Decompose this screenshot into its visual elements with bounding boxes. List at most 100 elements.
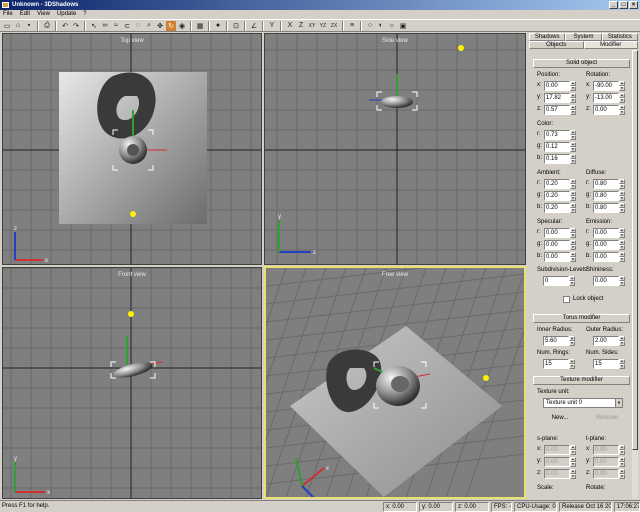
down-arrow-icon[interactable]: ▼ <box>570 233 576 238</box>
spin-arrows[interactable]: ▲ ▼ <box>569 336 575 346</box>
down-arrow-icon[interactable]: ▼ <box>570 98 576 103</box>
tab-modifier[interactable]: Modifier <box>583 41 638 49</box>
sphere-icon[interactable]: ● <box>213 21 223 31</box>
spin-arrows[interactable]: ▲ ▼ <box>570 252 576 262</box>
front-viewport[interactable]: xy Front view <box>2 267 262 499</box>
side-viewport[interactable]: z y Side view <box>264 33 526 265</box>
chevron-down-icon[interactable]: ▼ <box>615 399 622 407</box>
spin-arrows[interactable]: ▲ ▼ <box>619 276 625 286</box>
spin-arrows[interactable]: ▲ ▼ <box>619 179 625 189</box>
down-arrow-icon[interactable]: ▼ <box>619 450 625 455</box>
maximize-button[interactable]: □ <box>619 1 628 9</box>
spin-arrows[interactable]: ▲ ▼ <box>570 81 576 91</box>
color-r-field-value[interactable]: 0.73 <box>544 130 570 140</box>
spin-arrows[interactable]: ▲ ▼ <box>619 445 625 455</box>
light-icon[interactable]: ☼ <box>387 21 397 31</box>
down-arrow-icon[interactable]: ▼ <box>569 364 575 369</box>
angle-snap-icon[interactable]: ∠ <box>249 21 259 31</box>
s-plane-x-field[interactable]: 0.00 ▲ ▼ <box>544 445 576 455</box>
light-source-icon[interactable] <box>130 211 136 217</box>
t-plane-y-field[interactable]: 0.00 ▲ ▼ <box>593 457 625 467</box>
tab-statistics[interactable]: Statistics <box>601 33 638 41</box>
torus-object[interactable] <box>381 96 413 108</box>
spin-arrows[interactable]: ▲ ▼ <box>570 445 576 455</box>
zoom-icon[interactable]: ⌕ <box>144 21 154 31</box>
num-rings-field-value[interactable]: 15 <box>543 359 569 369</box>
position-x-field[interactable]: 0.00 ▲ ▼ <box>544 81 576 91</box>
position-y-field[interactable]: 17.82 ▲ ▼ <box>544 93 576 103</box>
unlink-icon[interactable]: ≈ <box>111 21 121 31</box>
new-texture-button[interactable]: New... <box>547 414 573 424</box>
redo-icon[interactable]: ↷ <box>71 21 81 31</box>
spin-arrows[interactable]: ▲ ▼ <box>619 105 625 115</box>
down-arrow-icon[interactable]: ▼ <box>619 341 625 346</box>
color-b-field-value[interactable]: 0.16 <box>544 154 570 164</box>
spin-arrows[interactable]: ▲ ▼ <box>569 276 575 286</box>
diffuse-g-field[interactable]: 0.80 ▲ ▼ <box>593 191 625 201</box>
menu-file[interactable]: File <box>3 10 13 19</box>
diffuse-b-field-value[interactable]: 0.80 <box>593 203 619 213</box>
emission-b-field-value[interactable]: 0.00 <box>593 252 619 262</box>
menu-help[interactable]: ? <box>83 10 86 19</box>
specular-b-field[interactable]: 0.00 ▲ ▼ <box>544 252 576 262</box>
bind-icon[interactable]: ⊂ <box>122 21 132 31</box>
s-plane-x-field-value[interactable]: 0.00 <box>544 445 570 455</box>
menu-update[interactable]: Update <box>57 10 76 19</box>
down-arrow-icon[interactable]: ▼ <box>570 147 576 152</box>
down-arrow-icon[interactable]: ▼ <box>570 208 576 213</box>
yz-plane-icon[interactable]: YZ <box>318 21 328 31</box>
position-x-field-value[interactable]: 0.00 <box>544 81 570 91</box>
ambient-b-field-value[interactable]: 0.20 <box>544 203 570 213</box>
num-sides-field[interactable]: 15 ▲ ▼ <box>593 359 625 369</box>
outer-radius-field[interactable]: 2.00 ▲ ▼ <box>593 336 625 346</box>
spin-arrows[interactable]: ▲ ▼ <box>570 93 576 103</box>
shininess-field-value[interactable]: 0.00 <box>593 276 619 286</box>
spin-arrows[interactable]: ▲ ▼ <box>619 93 625 103</box>
rotate-icon[interactable]: ↻ <box>166 20 176 31</box>
spin-arrows[interactable]: ▲ ▼ <box>570 179 576 189</box>
y-axis-icon[interactable]: Y <box>267 21 277 31</box>
spin-arrows[interactable]: ▲ ▼ <box>570 457 576 467</box>
position-z-field[interactable]: 0.57 ▲ ▼ <box>544 105 576 115</box>
close-button[interactable]: × <box>629 1 638 9</box>
solid-object-header[interactable]: Solid object <box>533 59 630 68</box>
diffuse-g-field-value[interactable]: 0.80 <box>593 191 619 201</box>
move-icon[interactable]: ✥ <box>155 21 165 31</box>
xy-plane-icon[interactable]: XY <box>307 21 317 31</box>
spin-arrows[interactable]: ▲ ▼ <box>619 240 625 250</box>
down-arrow-icon[interactable]: ▼ <box>619 208 625 213</box>
specular-g-field[interactable]: 0.00 ▲ ▼ <box>544 240 576 250</box>
tab-shadows[interactable]: Shadows <box>529 33 566 41</box>
t-plane-y-field-value[interactable]: 0.00 <box>593 457 619 467</box>
down-arrow-icon[interactable]: ▼ <box>619 364 625 369</box>
down-arrow-icon[interactable]: ▼ <box>570 257 576 262</box>
x-axis-icon[interactable]: X <box>285 21 295 31</box>
specular-r-field-value[interactable]: 0.00 <box>544 228 570 238</box>
down-arrow-icon[interactable]: ▼ <box>619 233 625 238</box>
timer-icon[interactable]: ○ <box>365 21 375 31</box>
scale-icon[interactable]: ◉ <box>177 21 187 31</box>
diffuse-b-field[interactable]: 0.80 ▲ ▼ <box>593 203 625 213</box>
specular-g-field-value[interactable]: 0.00 <box>544 240 570 250</box>
grid-icon[interactable]: ▦ <box>195 21 205 31</box>
color-g-field-value[interactable]: 0.12 <box>544 142 570 152</box>
lasso-icon[interactable]: ◌ <box>133 21 143 31</box>
num-rings-field[interactable]: 15 ▲ ▼ <box>543 359 575 369</box>
down-arrow-icon[interactable]: ▼ <box>570 450 576 455</box>
spin-arrows[interactable]: ▲ ▼ <box>619 203 625 213</box>
specular-b-field-value[interactable]: 0.00 <box>544 252 570 262</box>
zx-plane-icon[interactable]: ZX <box>329 21 339 31</box>
down-arrow-icon[interactable]: ▼ <box>619 184 625 189</box>
texture-unit-select[interactable]: Texture unit 0 ▼ <box>543 398 623 408</box>
z-axis-icon[interactable]: Z <box>296 21 306 31</box>
ambient-g-field-value[interactable]: 0.20 <box>544 191 570 201</box>
spin-arrows[interactable]: ▲ ▼ <box>570 142 576 152</box>
ambient-g-field[interactable]: 0.20 ▲ ▼ <box>544 191 576 201</box>
menu-view[interactable]: View <box>37 10 50 19</box>
rotation-x-field[interactable]: -90.00 ▲ ▼ <box>593 81 625 91</box>
spin-arrows[interactable]: ▲ ▼ <box>570 191 576 201</box>
outer-radius-field-value[interactable]: 2.00 <box>593 336 619 346</box>
down-arrow-icon[interactable]: ▼ <box>569 281 575 286</box>
spin-arrows[interactable]: ▲ ▼ <box>619 469 625 479</box>
select-arrow-icon[interactable]: ↖ <box>89 21 99 31</box>
